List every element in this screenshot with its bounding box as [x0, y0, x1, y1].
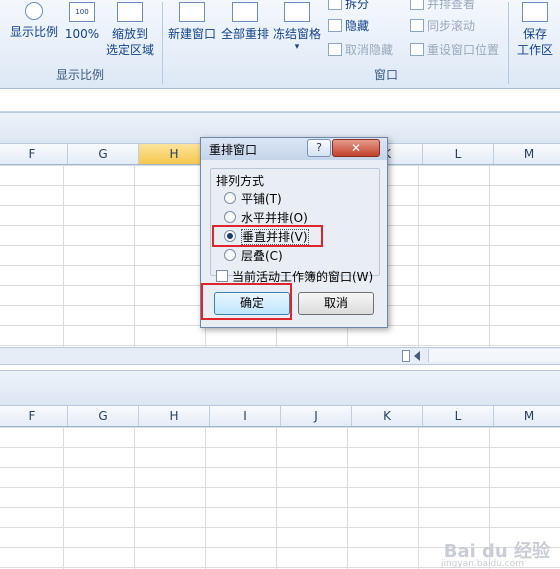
save-workspace-label-1: 保存	[522, 27, 547, 41]
new-window-label: 新建窗口	[167, 27, 216, 41]
dialog-titlebar[interactable]: 重排窗口 ? ✕	[201, 138, 387, 160]
unhide-label: 取消隐藏	[345, 43, 394, 57]
highlight-box-ok-button	[201, 283, 292, 320]
unhide-button[interactable]: 取消隐藏	[328, 41, 393, 58]
column-header[interactable]: H	[139, 406, 210, 426]
scroll-split-handle[interactable]	[402, 350, 410, 362]
sync-scroll-icon	[410, 19, 424, 32]
checkbox-box	[216, 270, 228, 282]
radio-dot	[224, 211, 236, 223]
radio-horizontal-label: 水平并排(O)	[241, 211, 308, 225]
unhide-icon	[328, 43, 342, 56]
radio-cascade[interactable]: 层叠(C)	[224, 247, 283, 264]
highlight-box-vertical-option	[212, 225, 323, 247]
zoom-100-label: 100%	[64, 27, 100, 41]
zoom-to-selection-button[interactable]: 缩放到 选定区域	[102, 2, 158, 58]
save-workspace-label-2: 工作区	[516, 43, 553, 57]
column-header[interactable]: M	[494, 406, 560, 426]
arrange-all-label: 全部重排	[220, 27, 269, 41]
side-by-side-icon	[410, 0, 424, 10]
cancel-button[interactable]: 取消	[298, 292, 374, 315]
zoom-selection-icon	[117, 2, 143, 22]
column-header[interactable]: J	[281, 406, 352, 426]
arrange-all-icon	[232, 2, 258, 22]
column-header[interactable]: I	[210, 406, 281, 426]
zoom-100-button[interactable]: 100 100%	[64, 2, 100, 42]
split-icon	[328, 0, 342, 10]
split-label: 拆分	[345, 0, 370, 11]
column-header[interactable]: K	[352, 406, 423, 426]
zoom-selection-label-1: 缩放到	[111, 27, 148, 41]
bottom-pane-titlebar	[0, 370, 560, 406]
hide-button[interactable]: 隐藏	[328, 17, 369, 34]
column-header[interactable]: G	[68, 406, 139, 426]
hide-icon	[328, 19, 342, 32]
group-separator	[162, 2, 163, 84]
close-button[interactable]: ✕	[332, 139, 380, 157]
radio-tiled-label: 平铺(T)	[241, 192, 282, 206]
watermark-url: jingyan.baidu.com	[440, 559, 524, 569]
zoom-button[interactable]: 显示比例	[6, 2, 62, 40]
freeze-panes-icon	[284, 2, 310, 22]
new-window-button[interactable]: 新建窗口	[164, 2, 220, 42]
column-header[interactable]: F	[0, 144, 68, 164]
scrollbar-track[interactable]	[428, 349, 560, 362]
bottom-column-headers: F G H I J K L M	[0, 406, 560, 427]
zoom-100-icon: 100	[69, 2, 95, 22]
new-window-icon	[179, 2, 205, 22]
hide-label: 隐藏	[345, 19, 370, 33]
sync-scroll-label: 同步滚动	[427, 19, 476, 33]
zoom-selection-label-2: 选定区域	[105, 43, 154, 57]
scroll-left-arrow-icon[interactable]	[414, 351, 420, 361]
side-by-side-button[interactable]: 并排查看	[410, 0, 475, 12]
formula-bar-area	[0, 89, 560, 112]
arrange-all-button[interactable]: 全部重排	[218, 2, 272, 42]
side-by-side-label: 并排查看	[427, 0, 476, 11]
split-button[interactable]: 拆分	[328, 0, 369, 12]
radio-dot	[224, 249, 236, 261]
radio-tiled[interactable]: 平铺(T)	[224, 190, 282, 207]
reset-position-button[interactable]: 重设窗口位置	[410, 41, 499, 58]
save-workspace-button[interactable]: 保存 工作区	[510, 2, 560, 58]
help-button[interactable]: ?	[307, 139, 331, 157]
top-pane-scrollbar[interactable]	[0, 347, 560, 365]
zoom-group-label: 显示比例	[55, 68, 104, 82]
reset-position-label: 重设窗口位置	[427, 43, 500, 57]
magnifier-icon	[25, 2, 43, 20]
ribbon: 显示比例 100 100% 缩放到 选定区域 显示比例 新建窗口 全部重排 冻结…	[0, 0, 560, 89]
chevron-down-icon: ▾	[294, 42, 300, 52]
sync-scroll-button[interactable]: 同步滚动	[410, 17, 475, 34]
freeze-panes-label: 冻结窗格	[272, 27, 321, 41]
zoom-button-label: 显示比例	[9, 25, 58, 39]
arrange-group-label: 排列方式	[214, 172, 267, 189]
freeze-panes-button[interactable]: 冻结窗格 ▾	[270, 2, 324, 52]
radio-cascade-label: 层叠(C)	[241, 249, 283, 263]
column-header[interactable]: M	[494, 144, 560, 164]
dialog-title: 重排窗口	[209, 143, 258, 157]
reset-position-icon	[410, 43, 424, 56]
column-header[interactable]: G	[68, 144, 139, 164]
active-workbook-label: 当前活动工作簿的窗口(W)	[232, 270, 374, 284]
window-group-label: 窗口	[373, 68, 398, 82]
column-header[interactable]: F	[0, 406, 68, 426]
save-workspace-icon	[522, 2, 548, 22]
radio-horizontal[interactable]: 水平并排(O)	[224, 209, 308, 226]
column-header[interactable]: L	[423, 406, 494, 426]
column-header[interactable]: L	[423, 144, 494, 164]
group-separator	[508, 2, 509, 84]
radio-dot	[224, 192, 236, 204]
